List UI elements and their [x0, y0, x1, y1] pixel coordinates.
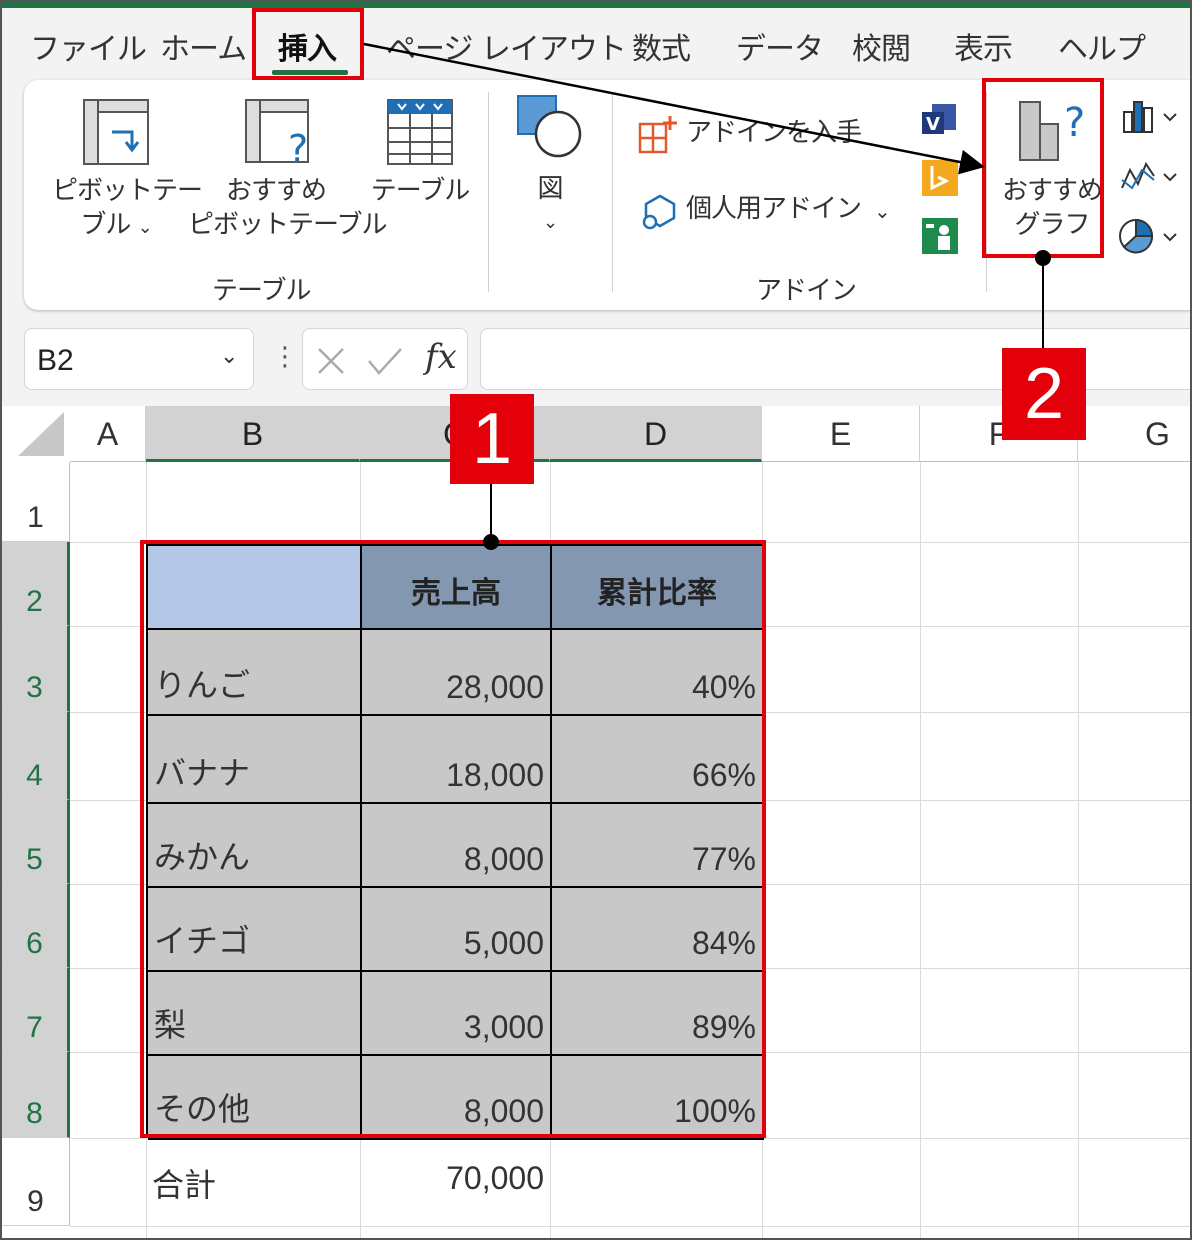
excel-window: ファイル ホーム 挿入 ページ レイアウト 数式 データ 校閲 表示 ヘルプ ピ…	[0, 0, 1192, 1240]
annotation-arrows	[363, 42, 1051, 550]
step-1-badge: 1	[450, 394, 534, 484]
step-2-badge: 2	[1002, 348, 1086, 440]
